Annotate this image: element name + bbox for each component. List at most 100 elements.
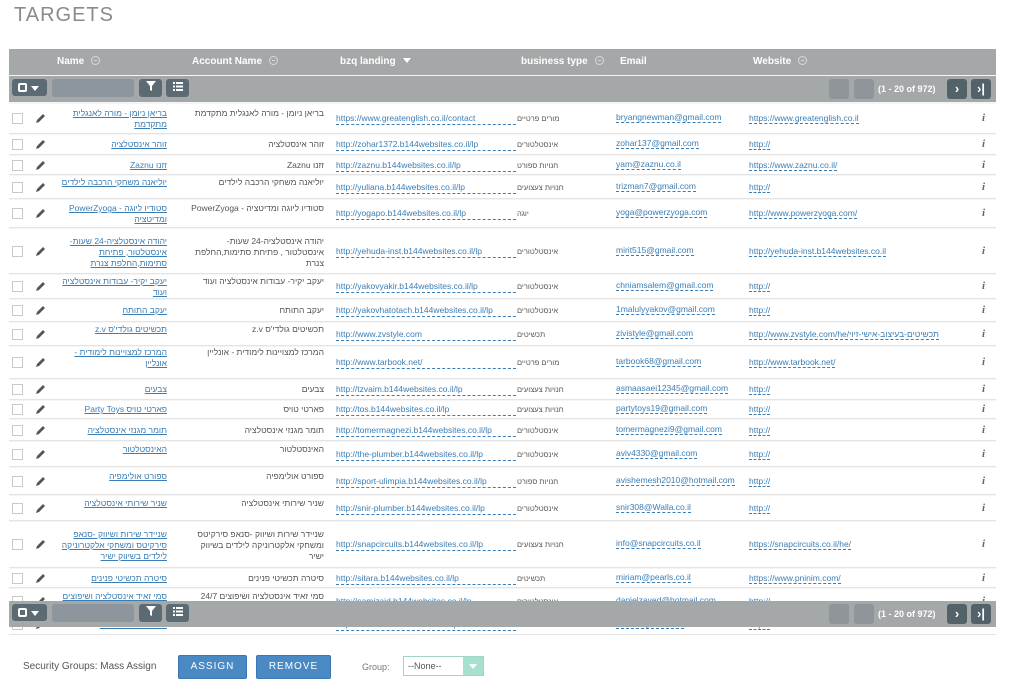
name-link[interactable]: Zaznu זזנו xyxy=(53,160,167,171)
info-icon[interactable]: i xyxy=(982,207,985,219)
sort-descending-icon[interactable] xyxy=(402,58,411,63)
email-link[interactable]: partytoys19@gmail.com xyxy=(616,403,746,414)
website-link-text[interactable]: http://www.zvstyle.com/he/תכשיטים-בעיצוב… xyxy=(749,328,939,340)
email-link-text[interactable]: zohar137@gmail.com xyxy=(616,138,699,149)
filter-button[interactable] xyxy=(139,79,162,97)
edit-button[interactable] xyxy=(33,245,47,259)
name-link[interactable]: יוליאנה משחקי הרכבה לילדים xyxy=(53,177,167,188)
bulk-select-button[interactable] xyxy=(12,79,47,96)
edit-button[interactable] xyxy=(33,475,47,489)
first-page-button[interactable] xyxy=(829,79,849,99)
row-checkbox[interactable] xyxy=(12,475,23,487)
website-link[interactable]: http:// xyxy=(749,139,974,150)
info-icon[interactable]: i xyxy=(982,159,985,171)
email-link[interactable]: bryangnewman@gmail.com xyxy=(616,112,746,123)
column-header-business-type[interactable]: business type xyxy=(521,56,604,67)
email-link[interactable]: miriam@pearls.co.il xyxy=(616,571,746,583)
landing-link[interactable]: http://yakovhatotach.b144websites.co.il/… xyxy=(336,305,516,317)
email-link[interactable]: trizman7@gmail.com xyxy=(616,180,746,192)
row-checkbox[interactable] xyxy=(12,539,23,550)
bulk-select-button[interactable] xyxy=(12,604,47,621)
first-page-button[interactable] xyxy=(829,604,849,624)
email-link-text[interactable]: 1malulyyakov@gmail.com xyxy=(616,304,715,315)
email-link[interactable]: info@snapcircuits.co.il xyxy=(616,538,746,549)
landing-link[interactable]: http://yogapo.b144websites.co.il/lp xyxy=(336,208,516,220)
email-link-text[interactable]: partytoys19@gmail.com xyxy=(616,403,708,414)
email-link[interactable]: mirit515@gmail.com xyxy=(616,244,746,256)
bulk-action-dropdown[interactable] xyxy=(52,604,134,622)
edit-button[interactable] xyxy=(33,181,47,195)
edit-button[interactable] xyxy=(33,403,47,417)
name-link[interactable]: תומר מגנזי אינסטלציה xyxy=(53,425,167,436)
info-icon[interactable]: i xyxy=(982,475,985,487)
column-header-account-name[interactable]: Account Name xyxy=(192,56,279,67)
email-link-text[interactable]: tarbook68@gmail.com xyxy=(616,356,702,367)
website-link-text[interactable]: http:// xyxy=(749,404,771,415)
remove-button[interactable]: REMOVE xyxy=(256,655,331,679)
info-icon[interactable]: i xyxy=(982,424,985,436)
row-checkbox[interactable] xyxy=(12,245,23,257)
website-link[interactable]: https://www.greatenglish.co.il xyxy=(749,113,974,124)
landing-link[interactable]: http://sport-ulimpia.b144websites.co.il/… xyxy=(336,476,516,488)
landing-link[interactable]: http://tzvaim.b144websites.co.il/lp xyxy=(336,384,516,396)
edit-button[interactable] xyxy=(33,280,47,294)
row-checkbox[interactable] xyxy=(12,305,23,316)
info-icon[interactable]: i xyxy=(982,572,985,584)
info-icon[interactable]: i xyxy=(982,138,985,150)
website-link[interactable]: http:// xyxy=(749,424,974,436)
name-link[interactable]: בריאן ניומן - מורה לאנגלית מתקדמת xyxy=(53,108,167,130)
name-link[interactable]: צבעים xyxy=(53,384,167,395)
email-link-text[interactable]: info@snapcircuits.co.il xyxy=(616,538,701,549)
last-page-button[interactable]: ›| xyxy=(971,79,991,99)
sort-icon[interactable] xyxy=(798,56,808,65)
row-checkbox[interactable] xyxy=(12,328,23,340)
landing-link[interactable]: http://www.zvstyle.com xyxy=(336,329,516,341)
email-link[interactable]: zohar137@gmail.com xyxy=(616,138,746,149)
name-link[interactable]: יעקב יקיר- עבודות אינסטלציה ועוד xyxy=(53,276,167,298)
row-checkbox[interactable] xyxy=(12,159,23,171)
edit-button[interactable] xyxy=(33,424,47,438)
name-link[interactable]: יעקב התותח xyxy=(53,305,167,316)
column-header-email[interactable]: Email xyxy=(620,56,647,67)
email-link-text[interactable]: bryangnewman@gmail.com xyxy=(616,112,722,123)
edit-button[interactable] xyxy=(33,538,47,552)
edit-button[interactable] xyxy=(33,304,47,318)
landing-link[interactable]: http://yehuda-inst.b144websites.co.il/lp xyxy=(336,246,516,258)
landing-link[interactable]: http://tomermagnezi.b144websites.co.il/l… xyxy=(336,425,516,437)
website-link-text[interactable]: http:// xyxy=(749,305,771,316)
website-link[interactable]: http:// xyxy=(749,181,974,193)
website-link-text[interactable]: http://www.powerzyoga.com/ xyxy=(749,208,858,219)
sort-icon[interactable] xyxy=(91,56,101,65)
row-checkbox[interactable] xyxy=(12,448,23,460)
email-link-text[interactable]: chniamsalem@gmail.com xyxy=(616,280,714,291)
previous-page-button[interactable] xyxy=(854,79,874,99)
landing-link[interactable]: http://www.tarbook.net/ xyxy=(336,357,516,369)
website-link[interactable]: http://www.tarbook.net/ xyxy=(749,357,974,368)
landing-link[interactable]: http://snir-plumber.b144websites.co.il/l… xyxy=(336,503,516,515)
edit-button[interactable] xyxy=(33,112,47,126)
email-link-text[interactable]: yoga@powerzyoga.com xyxy=(616,207,708,218)
name-link[interactable]: האינסטלטור xyxy=(53,444,167,455)
email-link-text[interactable]: avishemesh2010@hotmail.com xyxy=(616,474,735,486)
info-icon[interactable]: i xyxy=(982,448,985,460)
row-checkbox[interactable] xyxy=(12,502,23,514)
row-checkbox[interactable] xyxy=(12,139,23,150)
website-link-text[interactable]: http://www.tarbook.net/ xyxy=(749,357,836,368)
info-icon[interactable]: i xyxy=(982,280,985,292)
website-link[interactable]: http:// xyxy=(749,475,974,487)
info-icon[interactable]: i xyxy=(982,245,985,257)
email-link-text[interactable]: tomermagnezi9@gmail.com xyxy=(616,423,722,435)
info-icon[interactable]: i xyxy=(982,383,985,395)
landing-link[interactable]: http://zohar1372.b144websites.co.il/lp xyxy=(336,139,516,151)
info-icon[interactable]: i xyxy=(982,328,985,340)
edit-button[interactable] xyxy=(33,448,47,462)
landing-link[interactable]: http://snapcircuits.b144websites.co.il/l… xyxy=(336,539,516,551)
name-link[interactable]: Party Toys פארטי טויס xyxy=(53,404,167,415)
last-page-button[interactable]: ›| xyxy=(971,604,991,624)
website-link[interactable]: http://www.powerzyoga.com/ xyxy=(749,208,974,219)
edit-button[interactable] xyxy=(33,572,47,586)
info-icon[interactable]: i xyxy=(982,356,985,368)
website-link-text[interactable]: https://www.greatenglish.co.il xyxy=(749,113,859,124)
name-link[interactable]: יהודה אינסטלציה-24 שעות- אינסטלטור, פתיח… xyxy=(53,236,167,269)
landing-link[interactable]: http://tos.b144websites.co.il/lp xyxy=(336,404,516,416)
